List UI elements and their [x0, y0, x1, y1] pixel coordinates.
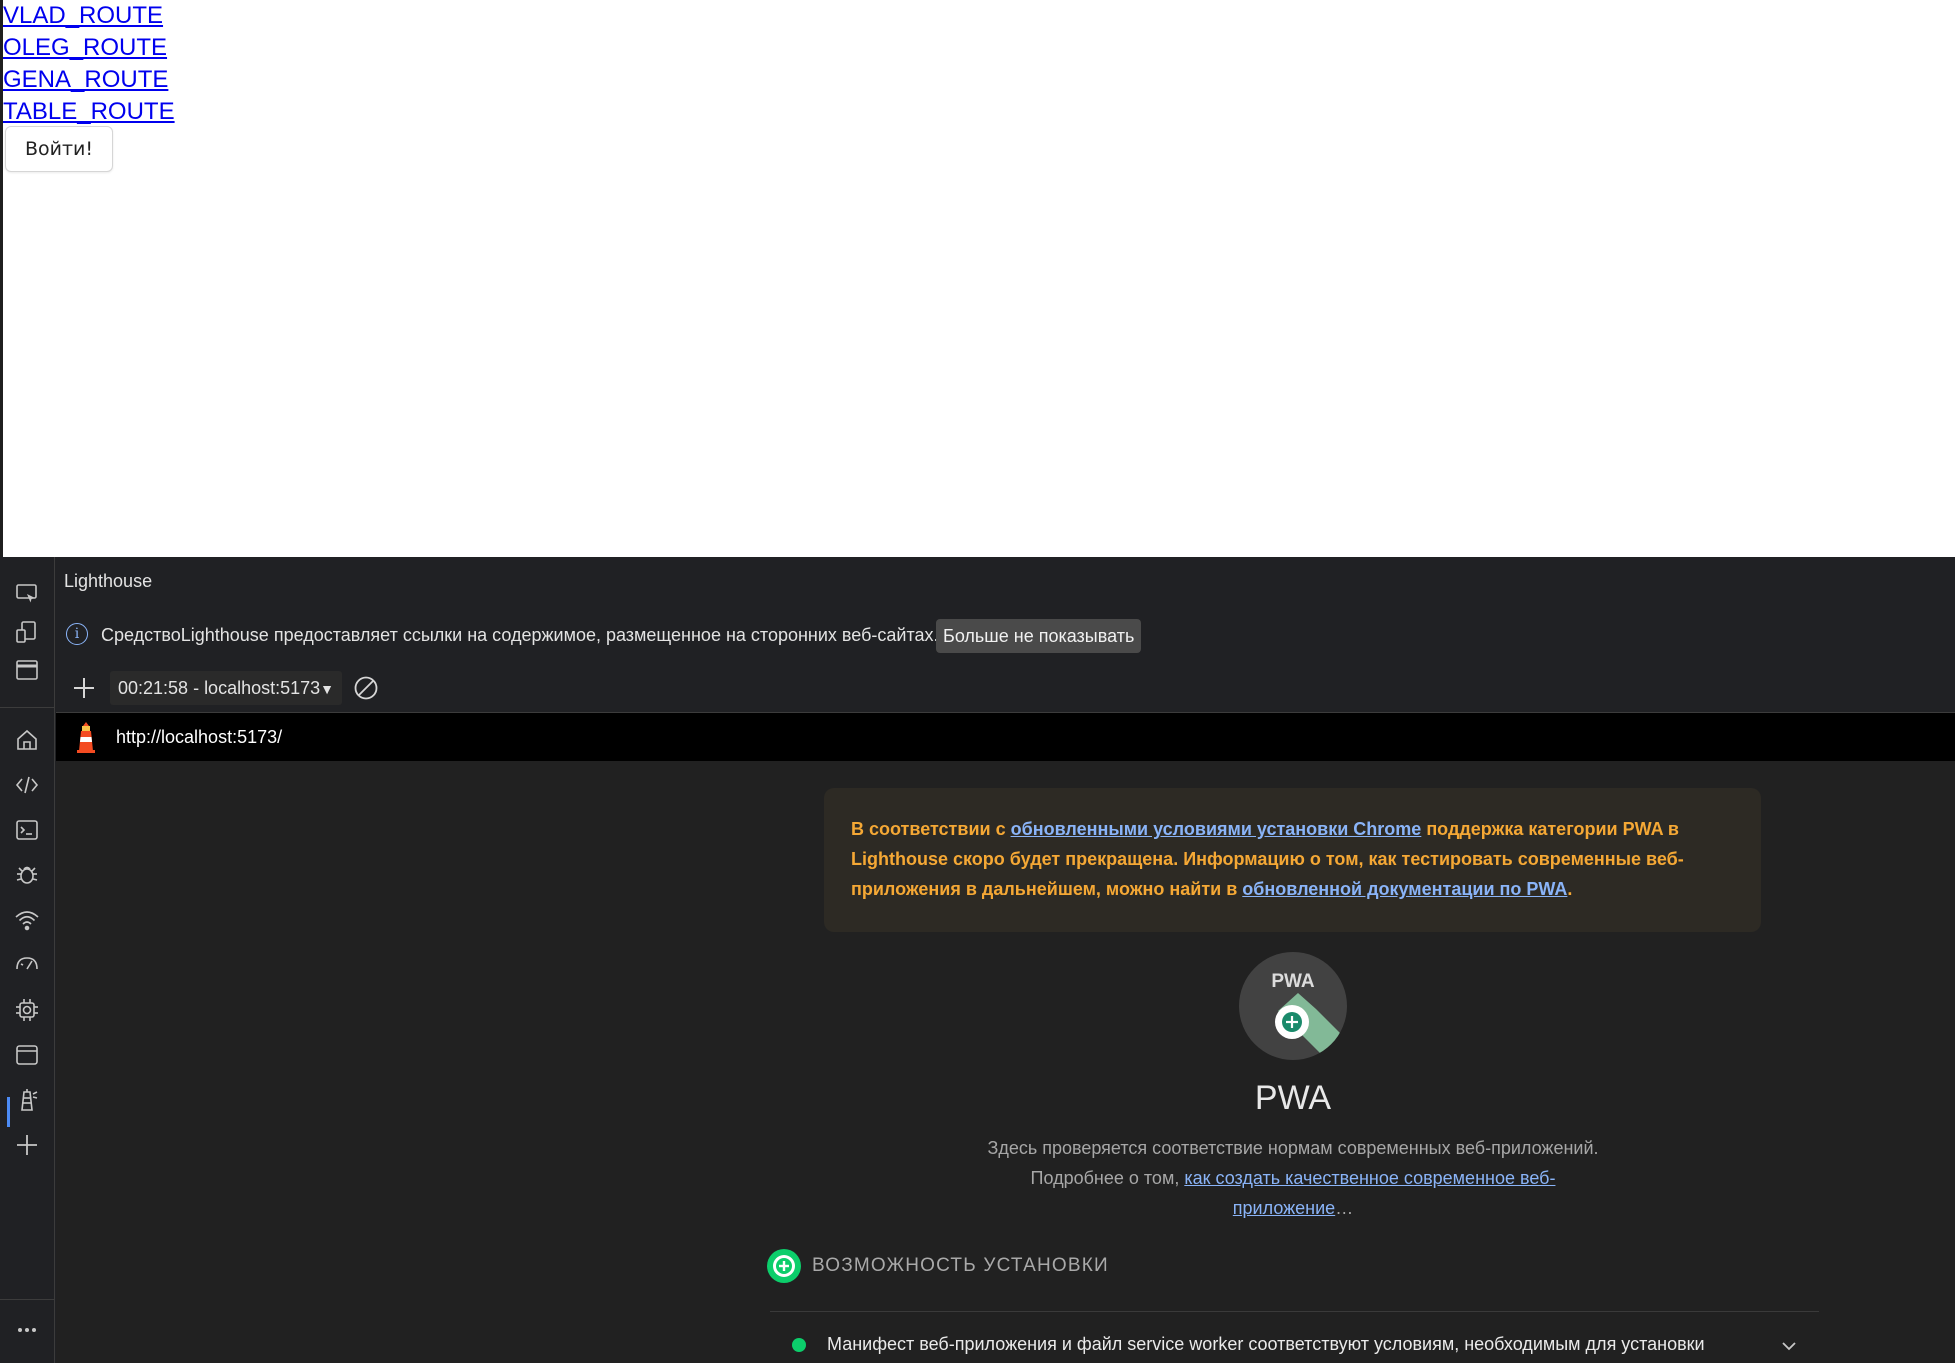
page-viewport: VLAD_ROUTE OLEG_ROUTE GENA_ROUTE TABLE_R… — [0, 0, 1955, 557]
dock-icon[interactable] — [12, 655, 42, 685]
lighthouse-logo-icon — [72, 721, 100, 753]
active-tool-indicator — [7, 1097, 10, 1127]
installable-plus-icon — [767, 1249, 801, 1283]
report-url: http://localhost:5173/ — [116, 727, 283, 747]
info-bar: i СредствоLighthouse предоставляет ссылк… — [56, 607, 1955, 663]
memory-icon[interactable] — [12, 995, 42, 1025]
warning-text-3: . — [1567, 879, 1573, 899]
chevron-down-icon[interactable] — [1778, 1335, 1800, 1357]
audit-title: Манифест веб-приложения и файл service w… — [827, 1334, 1705, 1354]
pass-status-dot — [792, 1338, 806, 1352]
device-toolbar-icon[interactable] — [12, 617, 42, 647]
report-selector[interactable]: 00:21:58 - localhost:5173▼ — [110, 671, 343, 705]
quality-pwa-link[interactable]: как создать качественное современное веб… — [1184, 1168, 1555, 1218]
add-tool-icon[interactable] — [12, 1130, 42, 1160]
sources-debug-icon[interactable] — [12, 860, 42, 890]
more-icon[interactable] — [12, 1315, 42, 1345]
application-icon[interactable] — [12, 1040, 42, 1070]
home-icon[interactable] — [12, 725, 42, 755]
warning-text-1: В соответствии с — [851, 819, 1011, 839]
pwa-description-ellipsis: … — [1335, 1198, 1354, 1218]
console-icon[interactable] — [12, 815, 42, 845]
lighthouse-icon[interactable] — [12, 1085, 42, 1115]
devtools-panel: Lighthouse i СредствоLighthouse предоста… — [0, 557, 1955, 1363]
devtools-tab-strip: Lighthouse — [56, 557, 1955, 608]
info-message: СредствоLighthouse предоставляет ссылки … — [101, 625, 939, 645]
table-route-link[interactable]: TABLE_ROUTE — [3, 96, 175, 128]
new-report-icon[interactable] — [69, 673, 99, 703]
pwa-badge-text: PWA — [1271, 971, 1315, 992]
activity-separator — [0, 707, 55, 708]
dropdown-triangle-icon: ▼ — [320, 681, 335, 697]
report-selector-label: 00:21:58 - localhost:5173 — [118, 678, 321, 698]
lighthouse-toolbar: 00:21:58 - localhost:5173▼ — [56, 663, 1955, 713]
pwa-docs-link[interactable]: обновленной документации по PWA — [1242, 879, 1567, 899]
inspect-icon[interactable] — [12, 579, 42, 609]
oleg-route-link[interactable]: OLEG_ROUTE — [3, 32, 175, 64]
pwa-gauge-icon: PWA — [1238, 951, 1348, 1061]
elements-icon[interactable] — [12, 770, 42, 800]
installable-audit-row[interactable]: Манифест веб-приложения и файл service w… — [770, 1319, 1819, 1363]
network-icon[interactable] — [12, 905, 42, 935]
activity-bar — [0, 557, 55, 1363]
dont-show-again-button[interactable]: Больше не показывать — [936, 619, 1142, 653]
installable-group-label: ВОЗМОЖНОСТЬ УСТАНОВКИ — [812, 1255, 1109, 1276]
pwa-description: Здесь проверяется соответствие нормам со… — [986, 1133, 1600, 1223]
installable-group-header: ВОЗМОЖНОСТЬ УСТАНОВКИ — [766, 1248, 1109, 1284]
report-url-bar: http://localhost:5173/ — [56, 713, 1955, 761]
gena-route-link[interactable]: GENA_ROUTE — [3, 64, 175, 96]
route-links: VLAD_ROUTE OLEG_ROUTE GENA_ROUTE TABLE_R… — [3, 0, 175, 128]
performance-icon[interactable] — [12, 950, 42, 980]
group-divider — [770, 1311, 1819, 1312]
report-body: В соответствии с обновленными условиями … — [56, 761, 1955, 1363]
pwa-deprecation-warning: В соответствии с обновленными условиями … — [824, 788, 1761, 932]
info-icon: i — [66, 623, 88, 645]
login-button[interactable]: Войти! — [5, 126, 113, 172]
pwa-category-title: PWA — [1254, 1079, 1332, 1117]
chrome-install-criteria-link[interactable]: обновленными условиями установки Chrome — [1011, 819, 1422, 839]
activity-separator-bottom — [0, 1299, 55, 1300]
clear-reports-icon[interactable] — [352, 674, 380, 702]
vlad-route-link[interactable]: VLAD_ROUTE — [3, 0, 175, 32]
tab-lighthouse[interactable]: Lighthouse — [64, 571, 152, 592]
